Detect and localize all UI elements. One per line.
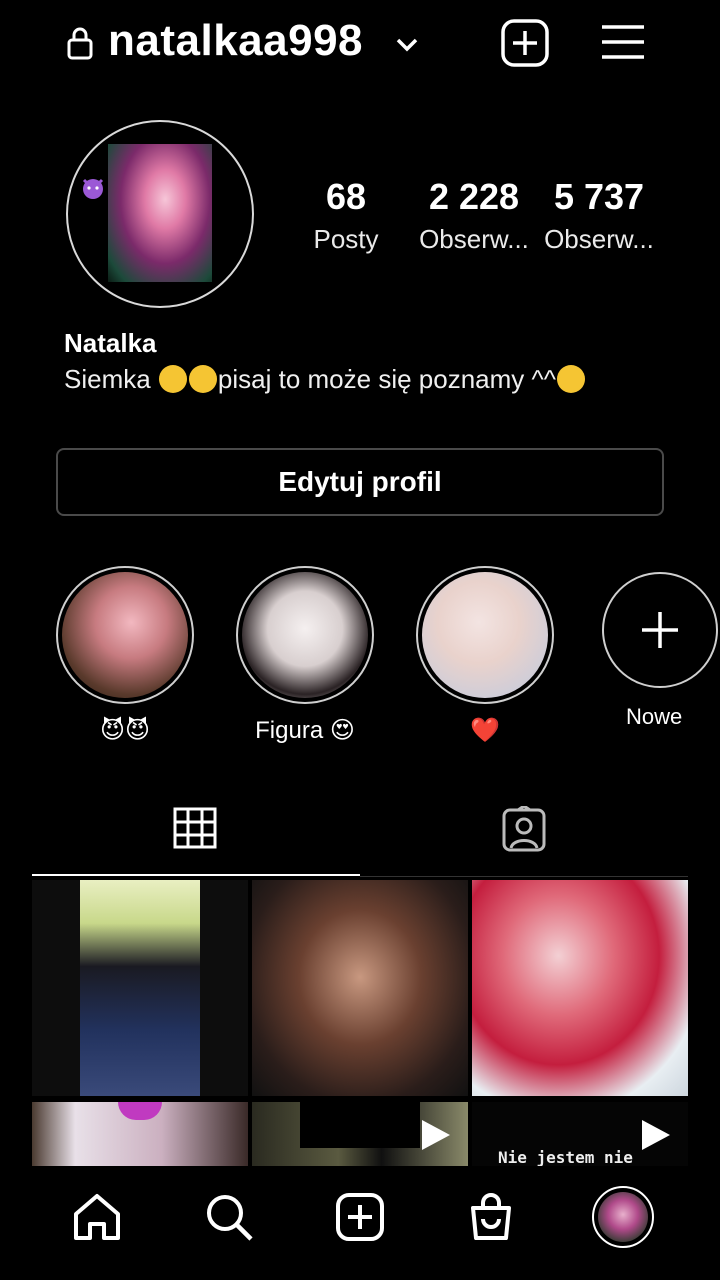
highlight-2-image[interactable] <box>242 572 368 698</box>
bio-text-end: pisaj to może się poznamy ^^ <box>217 364 556 394</box>
post-5-overlay <box>300 1102 420 1148</box>
edit-profile-button[interactable]: Edytuj profil <box>56 448 664 516</box>
menu-icon[interactable] <box>600 22 646 62</box>
following-label[interactable]: Obserw... <box>538 224 660 255</box>
following-count[interactable]: 5 737 <box>538 176 660 218</box>
posts-label[interactable]: Posty <box>296 224 396 255</box>
active-tab-indicator <box>32 874 360 876</box>
smirk-emoji-icon <box>188 365 217 393</box>
post-1-image <box>80 880 200 1096</box>
post-6[interactable]: Nie jestem nie <box>472 1102 688 1166</box>
highlight-3-label: ❤️ <box>470 717 500 744</box>
kiss-emoji-icon <box>556 365 585 393</box>
lock-icon <box>67 27 93 60</box>
profile-tab-avatar[interactable] <box>598 1192 648 1242</box>
profile-name: Natalka <box>64 328 157 358</box>
post-5[interactable] <box>252 1102 468 1166</box>
post-1[interactable] <box>32 880 248 1096</box>
profile-avatar[interactable] <box>108 144 212 282</box>
highlight-1-image[interactable] <box>62 572 188 698</box>
followers-count[interactable]: 2 228 <box>412 176 536 218</box>
plus-icon[interactable] <box>640 610 680 650</box>
new-post-icon[interactable] <box>500 18 550 68</box>
grid-tab-icon[interactable] <box>172 806 218 850</box>
followers-label[interactable]: Obserw... <box>412 224 536 255</box>
highlight-1-label: 😈😈 <box>99 717 151 744</box>
devil-emoji-icon <box>118 1102 162 1120</box>
highlight-3-image[interactable] <box>422 572 548 698</box>
devil-emoji-icon <box>82 178 104 199</box>
shop-icon[interactable] <box>466 1192 516 1242</box>
video-play-icon <box>422 1120 450 1150</box>
chevron-down-icon[interactable] <box>394 34 420 54</box>
post-6-caption: Nie jestem nie <box>498 1148 633 1166</box>
post-4[interactable] <box>32 1102 248 1166</box>
profile-bio: Siemka pisaj to może się poznamy ^^ <box>64 364 586 395</box>
bio-text-start: Siemka <box>64 364 158 394</box>
tab-divider <box>360 876 688 877</box>
account-username[interactable]: natalkaa998 <box>108 16 363 66</box>
add-icon[interactable] <box>335 1192 385 1242</box>
new-highlight-label: Nowe <box>626 704 683 729</box>
video-play-icon <box>642 1120 670 1150</box>
search-icon[interactable] <box>204 1192 254 1242</box>
post-2[interactable] <box>252 880 468 1096</box>
post-3[interactable] <box>472 880 688 1096</box>
posts-count[interactable]: 68 <box>296 176 396 218</box>
smirk-emoji-icon <box>158 365 187 393</box>
home-icon[interactable] <box>72 1192 122 1242</box>
tagged-tab-icon[interactable] <box>500 806 548 854</box>
highlight-2-label: Figura 😍 <box>255 717 355 744</box>
